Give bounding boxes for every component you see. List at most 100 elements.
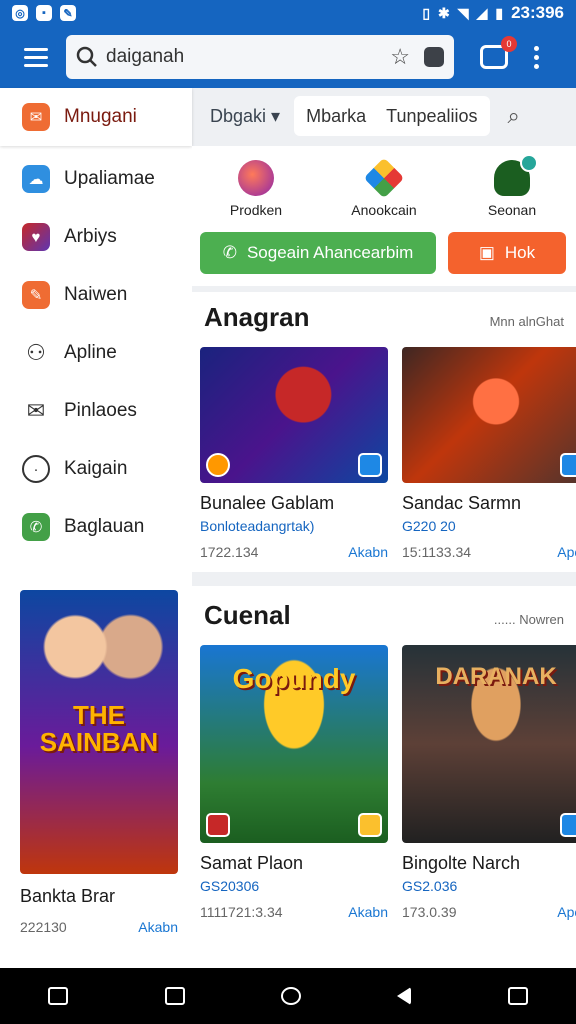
game-card[interactable]: Gopundy Samat Plaon GS20306 1111721:3.34… [200, 645, 388, 920]
game-art-title: Gopundy [232, 663, 356, 694]
overflow-menu-button[interactable] [534, 45, 539, 69]
quick-actions-panel: Prodken Anookcain Seonan ✆ Sogeain Ahanc… [192, 146, 576, 286]
hamburger-menu-button[interactable] [12, 33, 60, 81]
game-card[interactable]: DARANAK Bingolte Narch GS2.036 173.0.39 A… [402, 645, 576, 920]
secondary-action-label: Hok [504, 243, 536, 262]
section-title: Cuenal [204, 600, 291, 630]
game-art [200, 347, 388, 483]
heart-icon: ♥ [22, 223, 50, 251]
signal-icon: ◢ [476, 4, 488, 21]
secondary-action-button[interactable]: ▣ Hok [448, 232, 566, 274]
vibrate-icon: ▯ [422, 4, 431, 21]
gift-icon: ▣ [478, 243, 495, 262]
section-more-link[interactable]: Mnn alnGhat [490, 314, 564, 329]
notifications-button[interactable]: 0 [480, 36, 517, 69]
quick-action-label: Anookcain [351, 202, 417, 218]
drawer-item-pinlaoes[interactable]: ✉ Pinlaoes [0, 382, 192, 440]
poster-title: Bankta Brar [20, 886, 116, 906]
quick-action-seonan[interactable]: Seonan [457, 154, 567, 218]
game-action-link[interactable]: Akabn [348, 904, 388, 920]
user-group-icon [494, 154, 538, 196]
message-icon: ▪ [36, 5, 52, 21]
game-art: Gopundy [200, 645, 388, 843]
play-icon [560, 453, 576, 477]
game-subtitle: Bonloteadangrtak) [200, 518, 315, 534]
whatsapp-icon: ✆ [22, 513, 50, 541]
drawer-item-apline[interactable]: ⚇ Apline [0, 324, 192, 382]
star-icon[interactable]: ☆ [390, 44, 410, 70]
featured-poster-card[interactable]: THE SAINBAN Bankta Brar 222130 Akabn [0, 572, 192, 968]
search-icon [76, 46, 97, 67]
game-subtitle: GS2.036 [402, 878, 458, 894]
drawer-item-label: Pinlaoes [64, 400, 137, 421]
game-art: DARANAK [402, 645, 576, 843]
game-meta: 1722.134 [200, 544, 259, 560]
game-subtitle: GS20306 [200, 878, 260, 894]
game-card[interactable]: Sandac Sarmn G220 20 15:1133.34 Apon [402, 347, 576, 560]
game-title: Sandac Sarmn [402, 493, 522, 513]
section-more-link[interactable]: ...... Nowren [494, 612, 564, 627]
featured-poster-art: THE SAINBAN [20, 590, 178, 874]
drawer-item-upaliamae[interactable]: ☁ Upaliamae [0, 150, 192, 208]
search-input[interactable] [106, 46, 391, 68]
back-icon[interactable] [397, 987, 412, 1005]
recent-apps-icon[interactable] [48, 987, 69, 1005]
tab-mbarka[interactable]: Mbarka [306, 106, 366, 127]
game-action-link[interactable]: Apon [557, 544, 576, 560]
wifi-icon: ◥ [457, 4, 469, 21]
game-action-link[interactable]: Akabn [348, 544, 388, 560]
play-icon [358, 813, 382, 837]
game-meta: 1111721:3.34 [200, 904, 283, 920]
drawer-item-label: Arbiys [64, 226, 117, 247]
section-anagran: Anagran Mnn alnGhat Bunalee Gablam Bonlo… [192, 292, 576, 572]
drawer-item-kaigain[interactable]: · Kaigain [0, 440, 192, 498]
camera-icon: ◎ [12, 5, 28, 21]
primary-action-button[interactable]: ✆ Sogeain Ahancearbim [200, 232, 436, 274]
home-icon[interactable] [280, 987, 301, 1005]
cube-icon [363, 157, 405, 199]
quick-action-label: Prodken [229, 202, 283, 218]
category-dropdown[interactable]: Dbgaki ▾ [210, 106, 280, 127]
game-badge-icon [206, 453, 230, 477]
quick-action-label: Seonan [487, 202, 537, 218]
cloud-icon: ☁ [22, 165, 50, 193]
notification-badge: 0 [501, 36, 517, 52]
chevron-down-icon: ▾ [271, 105, 281, 126]
game-badge-icon [206, 813, 230, 837]
drawer-item-label: Mnugani [64, 106, 137, 127]
bluetooth-icon: ✱ [438, 4, 450, 21]
pencil-icon: ✎ [60, 5, 76, 21]
dropdown-label: Dbgaki [210, 105, 267, 126]
game-art-title: DARANAK [435, 663, 557, 690]
search-box[interactable]: ☆ [66, 35, 454, 79]
game-card[interactable]: Bunalee Gablam Bonloteadangrtak) 1722.13… [200, 347, 388, 560]
poster-art-title: THE SAINBAN [39, 700, 159, 758]
search-icon[interactable]: ⌕ [508, 103, 520, 129]
drawer-item-label: Baglauan [64, 516, 145, 537]
play-icon [358, 453, 382, 477]
drawer-item-label: Upaliamae [64, 168, 155, 189]
status-bar: ◎ ▪ ✎ ▯ ✱ ◥ ◢ ▮ 23:396 [0, 0, 576, 26]
drawer-item-label: Apline [64, 342, 117, 363]
section-title: Anagran [204, 302, 310, 332]
shopping-bag-icon[interactable] [424, 47, 444, 67]
quick-action-anookcain[interactable]: Anookcain [329, 157, 439, 218]
drawer-item-mnugani[interactable]: ✉ Mnugani [0, 88, 192, 146]
switch-apps-icon[interactable] [507, 987, 528, 1005]
poster-action-link[interactable]: Akabn [138, 919, 178, 935]
tab-tunpealiios[interactable]: Tunpealiios [386, 106, 477, 127]
poster-meta: 222130 [20, 919, 67, 935]
quick-action-prodken[interactable]: Prodken [201, 160, 311, 218]
mail-icon: ✉ [22, 397, 50, 425]
game-title: Bingolte Narch [402, 853, 521, 873]
game-title: Bunalee Gablam [200, 493, 335, 513]
drawer-item-label: Naiwen [64, 284, 128, 305]
square-icon[interactable] [164, 987, 185, 1005]
clock: 23:396 [511, 3, 564, 22]
drawer-item-arbiys[interactable]: ♥ Arbiys [0, 208, 192, 266]
prodken-app-icon [238, 160, 274, 196]
drawer-item-baglauan[interactable]: ✆ Baglauan [0, 498, 192, 556]
drawer-item-naiwen[interactable]: ✎ Naiwen [0, 266, 192, 324]
people-icon: ⚇ [22, 339, 50, 367]
game-action-link[interactable]: Apon [557, 904, 576, 920]
